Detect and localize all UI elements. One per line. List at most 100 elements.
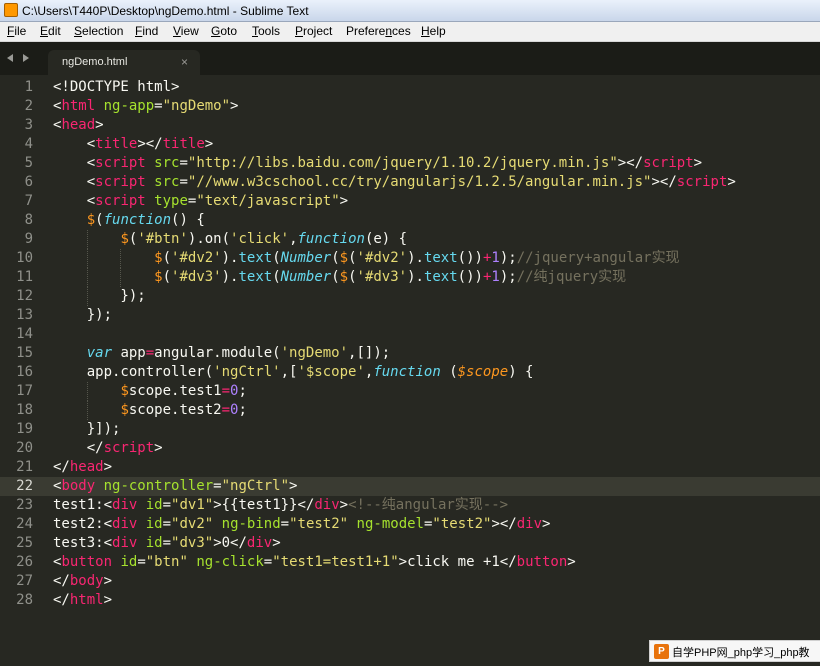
menu-file[interactable]: File <box>6 24 27 38</box>
code-token: head <box>69 459 104 475</box>
code-token: "dv3" <box>171 535 214 551</box>
code-token: function <box>297 231 365 247</box>
line-number: 13 <box>16 307 33 323</box>
code-line: }); <box>53 306 112 325</box>
code-line: </head> <box>53 458 112 477</box>
code-token: "dv1" <box>171 497 214 513</box>
menu-find[interactable]: Find <box>134 24 159 38</box>
code-line: <body ng-controller="ngCtrl"> <box>53 477 297 496</box>
menu-project[interactable]: Project <box>294 24 333 38</box>
tab-scroll-left-icon[interactable] <box>7 54 13 62</box>
code-token: </ <box>53 440 104 456</box>
code-token: body <box>61 478 96 494</box>
code-token: ( <box>162 269 172 285</box>
code-token: head <box>61 117 96 133</box>
code-editor[interactable]: 1 2 3 4 5 6 7 8 9 10 11 12 13 14 15 16 17 18 19 20 21 22 23 24 2… <box>0 75 820 666</box>
menu-tools[interactable]: Tools <box>251 24 281 38</box>
code-line: test1:<div id="dv1">{{test1}}</div><!--纯… <box>53 496 508 515</box>
code-token: ,[ <box>280 364 298 380</box>
code-token: id <box>120 554 138 570</box>
code-line: $scope.test2=0; <box>53 401 246 420</box>
code-line: $('#btn').on('click',function(e) { <box>53 230 407 249</box>
code-token: ). <box>221 250 239 266</box>
code-token: button <box>516 554 568 570</box>
code-token: ); <box>499 250 517 266</box>
menu-bar: File Edit Selection Find View Goto Tools Projec… <box>0 22 820 42</box>
indent-guide <box>86 382 88 401</box>
line-number: 27 <box>16 573 33 589</box>
line-number: 2 <box>24 98 33 114</box>
code-token: ></ <box>617 155 644 171</box>
code-token: src <box>154 174 180 190</box>
tab-ngdemo-html[interactable]: ngDemo.html × <box>48 50 200 75</box>
code-token: scope.test2 <box>128 402 222 418</box>
code-token: = <box>213 478 222 494</box>
code-token: test3:< <box>53 535 113 551</box>
tab-scroll-right-icon[interactable] <box>23 54 29 62</box>
line-number: 21 <box>16 459 33 475</box>
code-token: ). <box>407 250 424 266</box>
code-token: var <box>86 345 113 361</box>
code-token: <!--纯angular实现--> <box>348 497 509 513</box>
line-number: 7 <box>24 193 33 209</box>
menu-goto[interactable]: Goto <box>210 24 238 38</box>
code-token: $ <box>154 269 163 285</box>
code-token: div <box>314 497 340 513</box>
code-token: 'ngDemo' <box>280 345 349 361</box>
code-line: <button id="btn" ng-click="test1=test1+1… <box>53 553 576 572</box>
line-number-gutter: 1 2 3 4 5 6 7 8 9 10 11 12 13 14 15 16 17 18 19 20 21 22 23 24 2… <box>0 75 46 666</box>
line-number: 28 <box>16 592 33 608</box>
code-token: = <box>162 497 172 513</box>
menu-label-part: ile <box>14 24 27 38</box>
code-token: > <box>204 136 214 152</box>
code-token: 1 <box>491 250 500 266</box>
menu-accelerator: S <box>74 24 83 38</box>
indent-guide <box>86 287 88 306</box>
code-token: "text/javascript" <box>196 193 340 209</box>
menu-label-part: dit <box>48 24 61 38</box>
line-number: 25 <box>16 535 33 551</box>
code-token: 1 <box>491 269 500 285</box>
code-token: script <box>643 155 694 171</box>
menu-edit[interactable]: Edit <box>39 24 62 38</box>
menu-label-part: ind <box>142 24 159 38</box>
code-token: body <box>69 573 104 589</box>
code-token: </ <box>53 592 70 608</box>
code-token: $ <box>120 383 129 399</box>
code-token: "test2" <box>289 516 349 532</box>
code-token: ) { <box>508 364 534 380</box>
indent-guide <box>86 268 88 287</box>
code-token: ng-model <box>356 516 424 532</box>
menu-help[interactable]: Help <box>420 24 447 38</box>
code-token: app <box>112 345 146 361</box>
code-token: ></ <box>137 136 163 152</box>
tab-close-icon[interactable]: × <box>181 55 188 69</box>
sublime-app-icon <box>4 3 18 17</box>
line-number: 16 <box>16 364 33 380</box>
code-token: = <box>145 345 155 361</box>
code-token: > <box>727 174 736 190</box>
code-token: ()) <box>457 269 483 285</box>
code-token: (e) { <box>364 231 408 247</box>
code-token: id <box>145 497 163 513</box>
code-token: "dv2" <box>171 516 214 532</box>
code-token: , <box>289 231 298 247</box>
code-line: <script type="text/javascript"> <box>53 192 348 211</box>
code-token: = <box>137 554 146 570</box>
code-token: () { <box>171 212 205 228</box>
code-token: ()) <box>457 250 483 266</box>
code-line: $('#dv2').text(Number($('#dv2').text())+… <box>53 249 679 268</box>
code-line: $(function() { <box>53 211 205 230</box>
code-token: </ <box>53 573 70 589</box>
menu-preferences[interactable]: Preferences <box>345 24 412 38</box>
menu-selection[interactable]: Selection <box>73 24 124 38</box>
line-number: 20 <box>16 440 33 456</box>
menu-view[interactable]: View <box>172 24 200 38</box>
code-token: div <box>112 497 138 513</box>
code-token: 'ngCtrl' <box>213 364 281 380</box>
indent-guide <box>86 401 88 420</box>
